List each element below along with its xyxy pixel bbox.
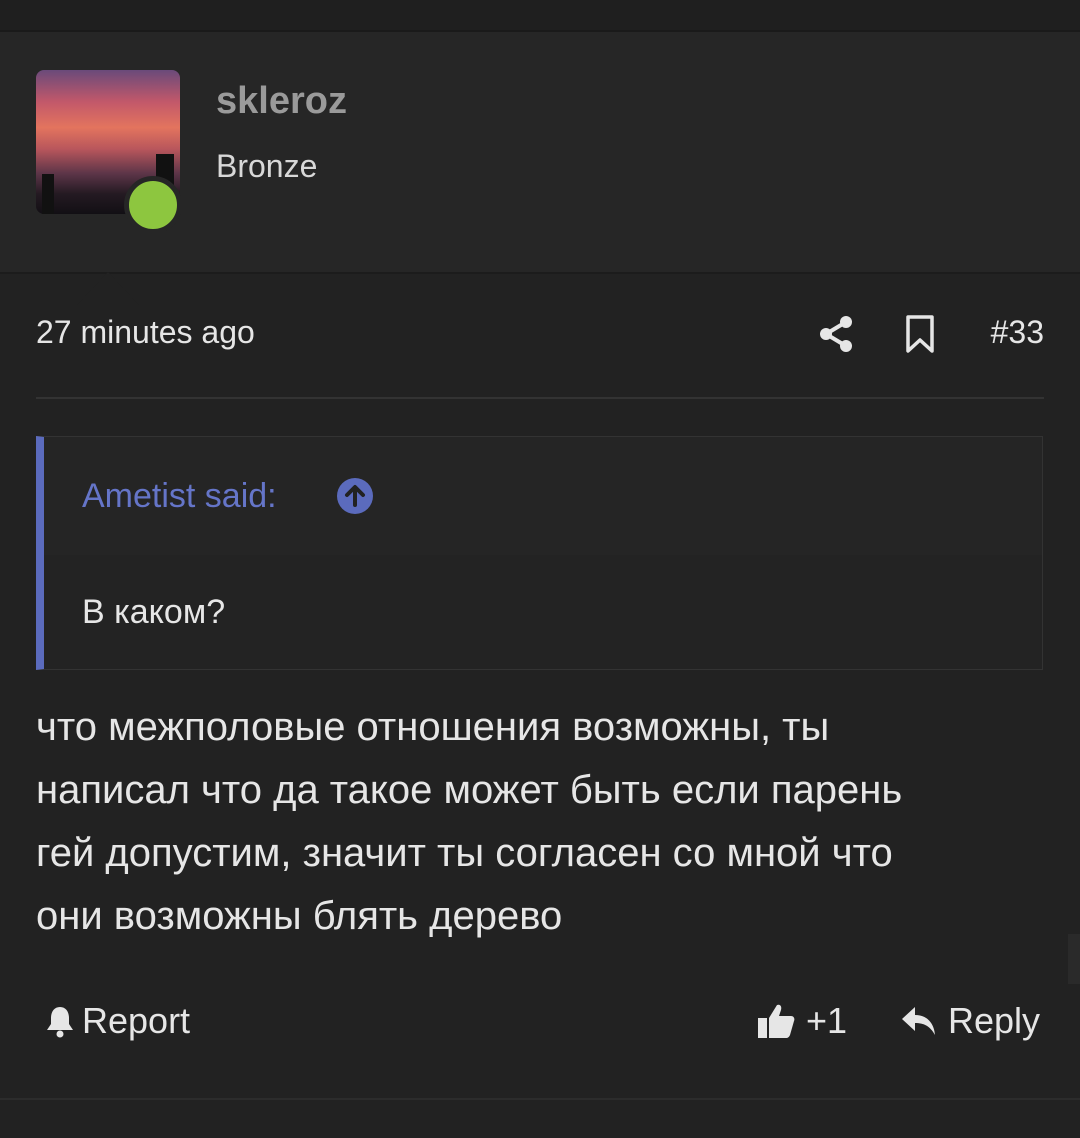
bookmark-icon[interactable] — [900, 314, 940, 354]
post-line: что межполовые отношения возможны, ты — [36, 705, 830, 749]
quote-author[interactable]: Ametist said: — [82, 477, 277, 516]
avatar-tree — [42, 174, 54, 214]
post-line: написал что да такое может быть если пар… — [36, 768, 903, 812]
post-number[interactable]: #33 — [991, 314, 1044, 351]
post-body: что межполовые отношения возможны, ты на… — [36, 696, 1046, 948]
divider — [36, 397, 1044, 399]
post-actions: Report +1 Reply — [36, 998, 1044, 1048]
scrollbar-thumb[interactable] — [1068, 934, 1080, 984]
reply-icon — [901, 1007, 935, 1035]
bell-icon — [47, 1007, 73, 1038]
reply-label: Reply — [947, 1000, 1040, 1041]
post-line: они возможны блять дерево — [36, 894, 563, 938]
quote-block: Ametist said: В каком? — [36, 436, 1043, 670]
post-meta: 27 minutes ago #33 — [36, 312, 1044, 362]
like-button[interactable]: +1 — [756, 1000, 847, 1042]
quote-header: Ametist said: — [44, 437, 1042, 555]
report-label: Report — [82, 1000, 191, 1041]
user-rank: Bronze — [216, 148, 318, 184]
post-timestamp[interactable]: 27 minutes ago — [36, 314, 255, 351]
next-post-edge — [0, 1100, 1080, 1138]
post-line: гей допустим, значит ты согласен со мной… — [36, 831, 893, 875]
reply-button[interactable]: Reply — [900, 1000, 1040, 1042]
username[interactable]: skleroz — [216, 80, 347, 123]
online-status-indicator — [124, 176, 182, 234]
share-icon[interactable] — [816, 314, 856, 354]
like-count: +1 — [806, 1000, 848, 1041]
panel-pointer — [76, 272, 140, 306]
top-bar — [0, 0, 1080, 32]
arrow-up-circle-icon[interactable] — [336, 477, 374, 515]
quote-text: В каком? — [82, 593, 226, 631]
report-button[interactable]: Report — [44, 1000, 190, 1042]
thumbs-up-icon — [758, 1004, 795, 1038]
user-panel: skleroz Bronze — [0, 32, 1080, 306]
